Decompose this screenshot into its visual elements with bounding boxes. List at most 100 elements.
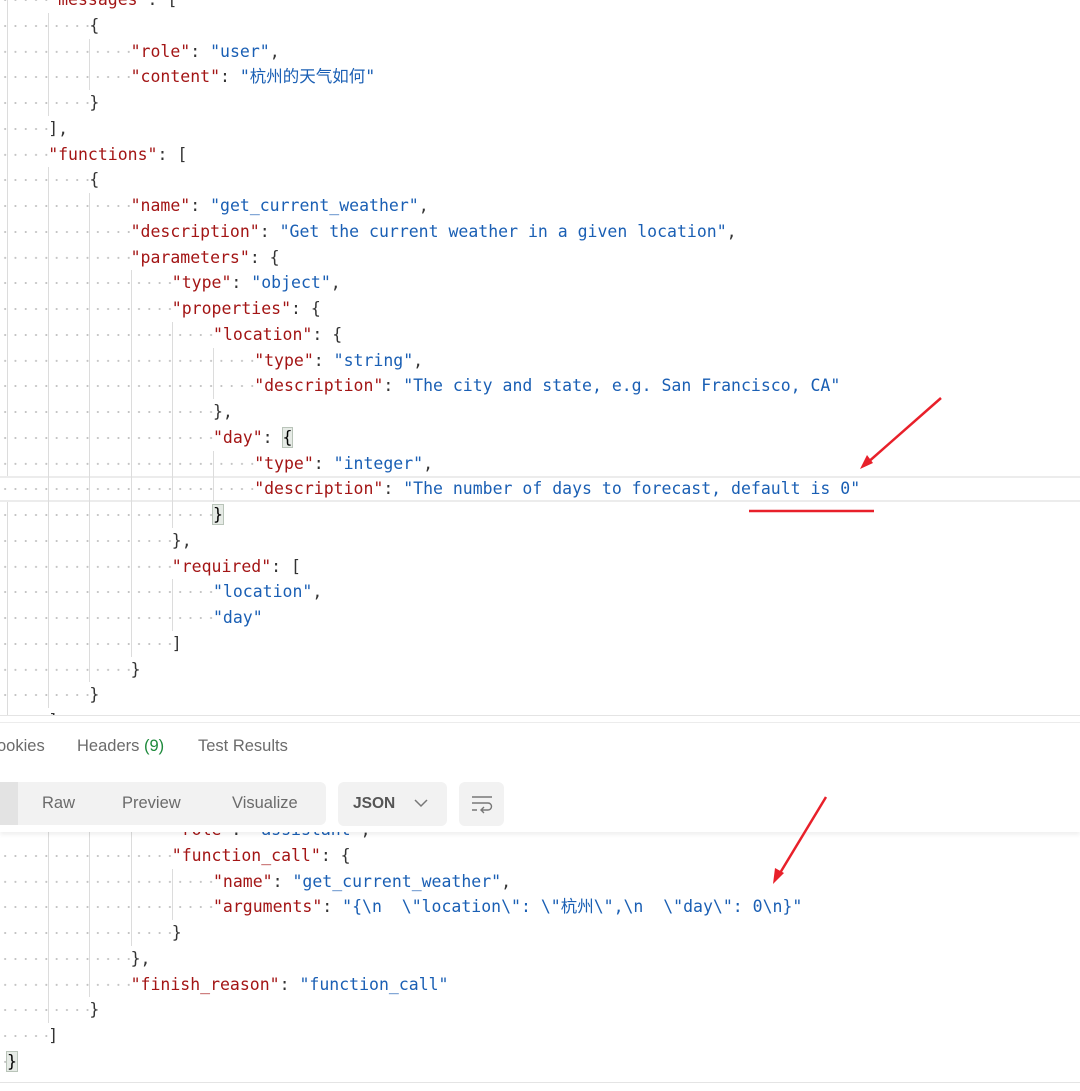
indent-guide (89, 193, 91, 219)
indent-whitespace (0, 945, 131, 972)
json-key: "role" (130, 41, 191, 61)
json-key: "description" (254, 376, 384, 396)
response-body-viewer[interactable]: "role": "assistant","function_call": {"n… (0, 832, 1080, 1080)
indent-guide (48, 527, 50, 554)
indent-guide (171, 476, 173, 502)
indent-guide (171, 868, 173, 895)
response-toolbar: Raw Preview Visualize JSON (0, 775, 1080, 832)
view-pretty-button[interactable] (0, 782, 18, 825)
code-line: { (0, 12, 1080, 39)
code-line: "name": "get_current_weather", (0, 193, 1080, 219)
response-body-code: "role": "assistant","function_call": {"n… (0, 832, 1080, 1075)
code-line: "type": "string", (0, 347, 1080, 374)
indent-guide (48, 321, 50, 348)
code-line: "messages": [ (0, 0, 1080, 13)
indent-guide (48, 167, 50, 193)
json-punctuation: { (89, 170, 100, 190)
json-key: "type" (254, 350, 314, 370)
indent-guide (130, 630, 132, 657)
json-string: "get_current_weather" (210, 196, 419, 215)
code-line: "description": "Get the current weather … (0, 218, 1080, 245)
indent-guide (48, 450, 50, 477)
indent-whitespace (0, 38, 131, 65)
code-line: "functions": [ (0, 141, 1080, 168)
indent-guide (89, 218, 91, 245)
tab-cookies[interactable]: ookies (0, 737, 45, 756)
format-select[interactable]: JSON (338, 782, 447, 826)
code-line: }, (0, 945, 1080, 972)
json-punctuation: , (312, 582, 323, 602)
json-string: "The number of days to forecast, default… (403, 479, 861, 499)
code-line: "type": "integer", (0, 450, 1080, 477)
tab-headers[interactable]: Headers (9) (77, 737, 164, 756)
indent-whitespace (0, 894, 213, 920)
json-punctuation: , (501, 871, 512, 891)
matched-bracket: { (281, 426, 294, 448)
indent-guide (89, 424, 91, 451)
json-key: "type" (171, 273, 232, 293)
json-punctuation: }, (171, 530, 192, 550)
json-punctuation: , (361, 832, 371, 839)
indent-whitespace (0, 399, 213, 425)
json-punctuation: }, (130, 948, 151, 968)
tab-test-results[interactable]: Test Results (198, 737, 288, 756)
indent-guide (171, 321, 173, 348)
pane-divider[interactable] (0, 715, 1080, 723)
view-mode-segmented-control: Raw Preview Visualize (0, 782, 326, 825)
indent-guide (130, 296, 132, 322)
code-line: { (0, 167, 1080, 193)
indent-guide (213, 450, 214, 477)
indent-guide (89, 399, 91, 425)
indent-guide (89, 347, 91, 374)
json-key: "functions" (48, 144, 158, 164)
indent-whitespace (0, 373, 255, 399)
json-key: "name" (130, 196, 191, 215)
indent-guide (89, 296, 91, 322)
indent-guide (213, 347, 214, 374)
indent-guide (48, 832, 50, 843)
indent-guide (48, 971, 50, 998)
view-raw-button[interactable]: Raw (42, 794, 75, 813)
indent-guide (213, 373, 214, 399)
json-string: "location" (213, 582, 313, 602)
indent-guide (171, 347, 173, 374)
view-visualize-button[interactable]: Visualize (232, 794, 298, 813)
json-punctuation: : (313, 453, 334, 473)
indent-whitespace (0, 1023, 49, 1049)
indent-guide (89, 321, 91, 348)
indent-whitespace (0, 579, 213, 605)
indent-guide (89, 38, 91, 65)
json-punctuation: : { (291, 299, 321, 318)
indent-whitespace (0, 270, 172, 296)
indent-guide (89, 579, 91, 605)
code-line: "description": "The number of days to fo… (0, 476, 1080, 502)
indent-guide (130, 502, 132, 528)
code-line: } (0, 997, 1080, 1023)
wrap-lines-button[interactable] (459, 782, 504, 826)
indent-guide (89, 971, 91, 998)
indent-guide (89, 502, 91, 528)
indent-whitespace (0, 527, 172, 554)
indent-guide (89, 373, 91, 399)
indent-guide (48, 38, 50, 65)
indent-guide (89, 527, 91, 554)
json-punctuation: : (231, 832, 251, 839)
indent-whitespace (0, 842, 172, 869)
json-punctuation: { (89, 15, 100, 35)
view-preview-button[interactable]: Preview (122, 794, 181, 813)
json-string: "{\n \"location\": \"杭州\",\n \"day\": 0\… (342, 897, 803, 917)
indent-guide (89, 832, 91, 843)
indent-guide (48, 502, 50, 528)
indent-guide (48, 90, 50, 116)
indent-guide (48, 605, 50, 631)
indent-whitespace (0, 868, 213, 895)
chevron-down-icon (414, 799, 428, 808)
indent-guide (48, 244, 50, 271)
indent-guide (171, 424, 173, 451)
code-line: } (0, 920, 1080, 946)
request-body-editor[interactable]: "messages": [{"role": "user","content": … (0, 0, 1080, 715)
headers-count-badge: (9) (143, 737, 165, 755)
indent-guide (48, 579, 50, 605)
json-punctuation: : { (312, 324, 343, 344)
json-key: "arguments" (213, 897, 323, 917)
